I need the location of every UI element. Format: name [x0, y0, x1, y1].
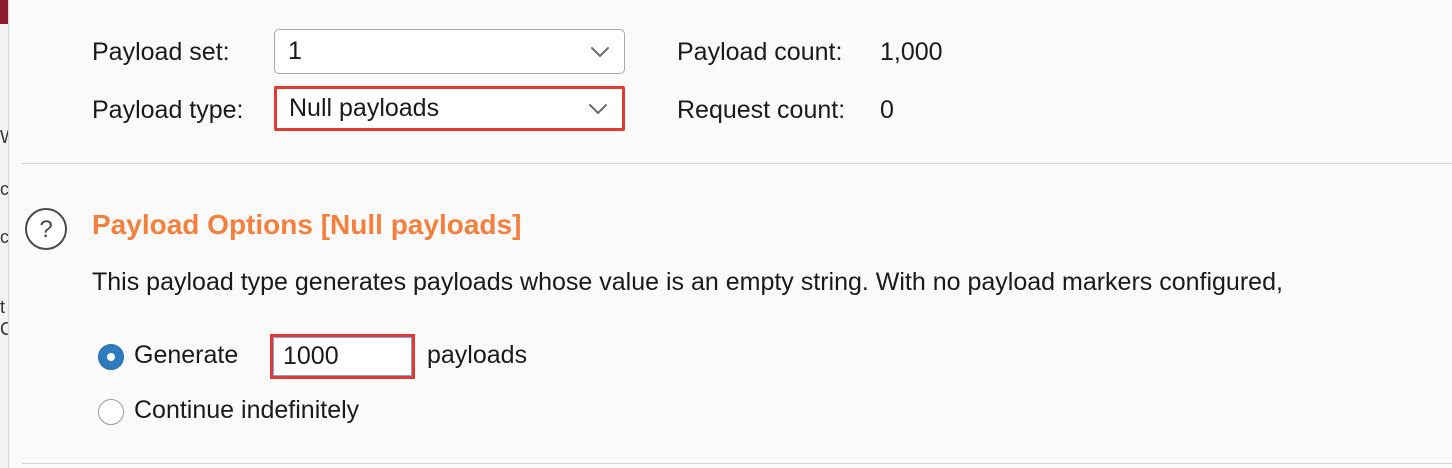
section-divider: [22, 163, 1452, 164]
clipped-glyph: C: [0, 320, 8, 338]
chevron-down-icon: [589, 103, 607, 114]
payload-set-dropdown[interactable]: 1: [274, 29, 625, 74]
chevron-down-icon: [591, 46, 609, 57]
clipped-glyph: c: [0, 228, 8, 246]
payload-set-value: 1: [288, 37, 302, 65]
request-count-value: 0: [880, 96, 894, 124]
clipped-glyph: c: [0, 180, 8, 198]
payload-count-value: 1,000: [880, 38, 943, 66]
payload-options-description: This payload type generates payloads who…: [92, 268, 1283, 296]
generate-count-input[interactable]: [270, 334, 415, 379]
payload-type-label: Payload type:: [92, 96, 244, 124]
window-accent-bar: [0, 0, 8, 24]
payload-count-label: Payload count:: [677, 38, 843, 66]
svg-text:?: ?: [39, 216, 52, 243]
payloads-suffix-label: payloads: [427, 341, 528, 369]
generate-radio[interactable]: [98, 344, 124, 370]
continue-indefinitely-radio[interactable]: [98, 399, 124, 425]
payload-options-title: Payload Options [Null payloads]: [92, 209, 522, 240]
request-count-label: Request count:: [677, 96, 846, 124]
payload-type-value: Null payloads: [289, 94, 440, 122]
section-divider-bottom: [22, 463, 1452, 464]
clipped-glyph: t: [0, 298, 6, 316]
payload-type-dropdown[interactable]: Null payloads: [274, 86, 625, 131]
generate-radio-label: Generate: [134, 341, 239, 369]
left-window-edge: W c c t C: [0, 0, 9, 468]
payload-set-label: Payload set:: [92, 38, 230, 66]
help-icon[interactable]: ?: [24, 207, 68, 251]
continue-indefinitely-label: Continue indefinitely: [134, 396, 360, 424]
clipped-glyph: W: [0, 128, 8, 146]
